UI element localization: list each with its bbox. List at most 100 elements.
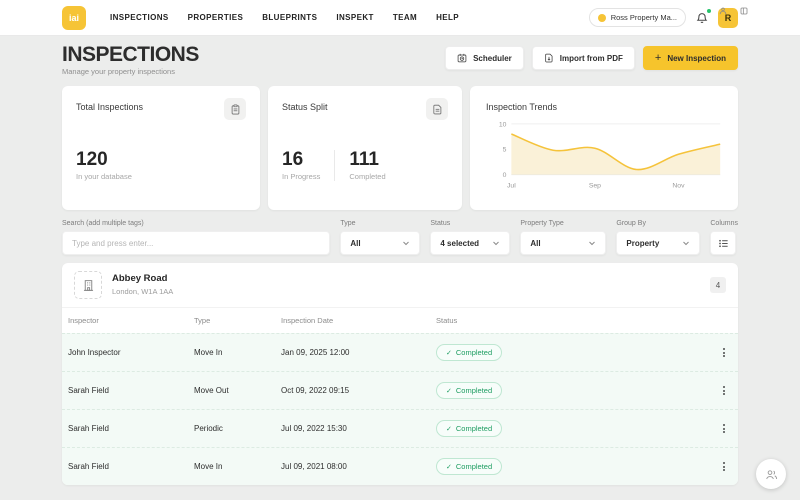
nav-item-help[interactable]: HELP	[436, 13, 459, 22]
search-label: Search (add multiple tags)	[62, 220, 144, 227]
clipboard-icon	[224, 98, 246, 120]
account-selector[interactable]: Ross Property Ma...	[588, 8, 686, 27]
search-input[interactable]	[62, 231, 331, 255]
col-status: Status	[436, 316, 458, 325]
svg-text:5: 5	[503, 147, 507, 154]
cell-inspector: Sarah Field	[68, 462, 109, 471]
type-select[interactable]: All	[340, 231, 421, 255]
status-badge: ✓ Completed	[436, 382, 503, 399]
trends-card-title: Inspection Trends	[486, 102, 558, 112]
property-name: Abbey Road	[112, 273, 168, 285]
support-chat-button[interactable]	[756, 459, 786, 489]
svg-text:0: 0	[503, 172, 507, 179]
in-progress-label: In Progress	[282, 172, 321, 181]
nav-item-blueprints[interactable]: BLUEPRINTS	[262, 13, 317, 22]
property-group-header[interactable]: Abbey Road London, W1A 1AA 4	[62, 263, 738, 307]
panel-icon	[740, 2, 748, 20]
org-dot-icon	[597, 13, 606, 22]
row-menu-button[interactable]	[720, 382, 728, 399]
total-card-title: Total Inspections	[76, 102, 144, 112]
notifications-button[interactable]	[694, 7, 712, 26]
inspection-trends-card: Inspection Trends 0 5 10 Jul Sep Nov	[470, 86, 738, 210]
svg-text:Nov: Nov	[672, 182, 685, 189]
cell-date: Oct 09, 2022 09:15	[281, 386, 350, 395]
col-inspector: Inspector	[68, 316, 99, 325]
status-split-card: Status Split 16 In Progress 111 Complete…	[268, 86, 462, 210]
svg-text:Sep: Sep	[589, 182, 601, 189]
check-icon: ✓	[446, 349, 452, 357]
nav-item-team[interactable]: TEAM	[393, 13, 417, 22]
nav-item-properties[interactable]: PROPERTIES	[188, 13, 244, 22]
check-icon: ✓	[446, 387, 452, 395]
trends-chart: 0 5 10 Jul Sep Nov	[499, 121, 721, 189]
status-badge: ✓ Completed	[436, 420, 503, 437]
file-import-icon	[545, 53, 553, 63]
main-nav-links: INSPECTIONS PROPERTIES BLUEPRINTS INSPEK…	[110, 13, 459, 22]
group-count-badge: 4	[710, 277, 726, 293]
svg-text:10: 10	[499, 121, 507, 128]
table-row[interactable]: John Inspector Move In Jan 09, 2025 12:0…	[62, 333, 738, 371]
row-menu-button[interactable]	[720, 458, 728, 475]
in-progress-value: 16	[282, 149, 304, 170]
status-label: Status	[430, 220, 451, 227]
svg-text:Jul: Jul	[507, 182, 516, 189]
cell-type: Move Out	[194, 386, 229, 395]
scheduler-label: Scheduler	[473, 53, 512, 63]
completed-label: Completed	[349, 172, 386, 181]
scheduler-button[interactable]: Scheduler	[445, 46, 524, 70]
app-logo[interactable]: iai	[62, 5, 86, 30]
col-inspection-date: Inspection Date	[281, 316, 334, 325]
divider	[334, 150, 336, 181]
group-by-label: Group By	[616, 220, 646, 227]
status-badge: ✓ Completed	[436, 344, 503, 361]
split-card-title: Status Split	[282, 102, 328, 112]
page-title: INSPECTIONS	[62, 43, 199, 66]
check-icon: ✓	[446, 425, 452, 433]
cell-type: Periodic	[194, 424, 223, 433]
people-icon	[765, 469, 777, 479]
status-badge: ✓ Completed	[436, 458, 503, 475]
document-icon	[426, 98, 448, 120]
table-row[interactable]: Sarah Field Move In Jul 09, 2021 08:00 ✓…	[62, 447, 738, 485]
calendar-clock-icon	[457, 53, 467, 63]
cell-type: Move In	[194, 348, 223, 357]
group-by-select[interactable]: Property	[616, 231, 701, 255]
person-icon	[719, 2, 727, 20]
nav-item-inspekt[interactable]: INSPEKT	[336, 13, 373, 22]
cell-inspector: John Inspector	[68, 348, 121, 357]
check-icon: ✓	[446, 463, 452, 471]
plus-icon: +	[654, 51, 662, 64]
cell-type: Move In	[194, 462, 223, 471]
total-inspections-caption: In your database	[76, 172, 132, 181]
cell-inspector: Sarah Field	[68, 424, 109, 433]
total-inspections-value: 120	[76, 149, 108, 170]
chevron-down-icon	[589, 241, 596, 246]
import-pdf-label: Import from PDF	[559, 53, 623, 63]
new-inspection-button[interactable]: + New Inspection	[642, 46, 738, 70]
status-select[interactable]: 4 selected	[430, 231, 511, 255]
completed-value: 111	[349, 149, 379, 170]
new-inspection-label: New Inspection	[667, 53, 726, 63]
type-label: Type	[340, 220, 356, 227]
col-type: Type	[194, 316, 211, 325]
columns-label: Columns	[710, 220, 738, 227]
property-type-select[interactable]: All	[520, 231, 607, 255]
account-name: Ross Property Ma...	[610, 13, 677, 22]
cell-date: Jan 09, 2025 12:00	[281, 348, 350, 357]
table-row[interactable]: Sarah Field Move Out Oct 09, 2022 09:15 …	[62, 371, 738, 409]
nav-item-inspections[interactable]: INSPECTIONS	[110, 13, 169, 22]
list-columns-icon	[719, 239, 728, 247]
property-type-value: All	[530, 238, 541, 248]
table-row[interactable]: Sarah Field Periodic Jul 09, 2022 15:30 …	[62, 409, 738, 447]
row-menu-button[interactable]	[720, 344, 728, 361]
row-menu-button[interactable]	[720, 420, 728, 437]
chevron-down-icon	[493, 241, 500, 246]
status-value: 4 selected	[440, 238, 480, 248]
columns-button[interactable]	[710, 231, 737, 255]
total-inspections-card: Total Inspections 120 In your database	[62, 86, 260, 210]
import-from-pdf-button[interactable]: Import from PDF	[531, 46, 635, 70]
notification-dot	[706, 7, 712, 14]
cell-inspector: Sarah Field	[68, 386, 109, 395]
chevron-down-icon	[683, 241, 690, 246]
chevron-down-icon	[403, 241, 410, 246]
